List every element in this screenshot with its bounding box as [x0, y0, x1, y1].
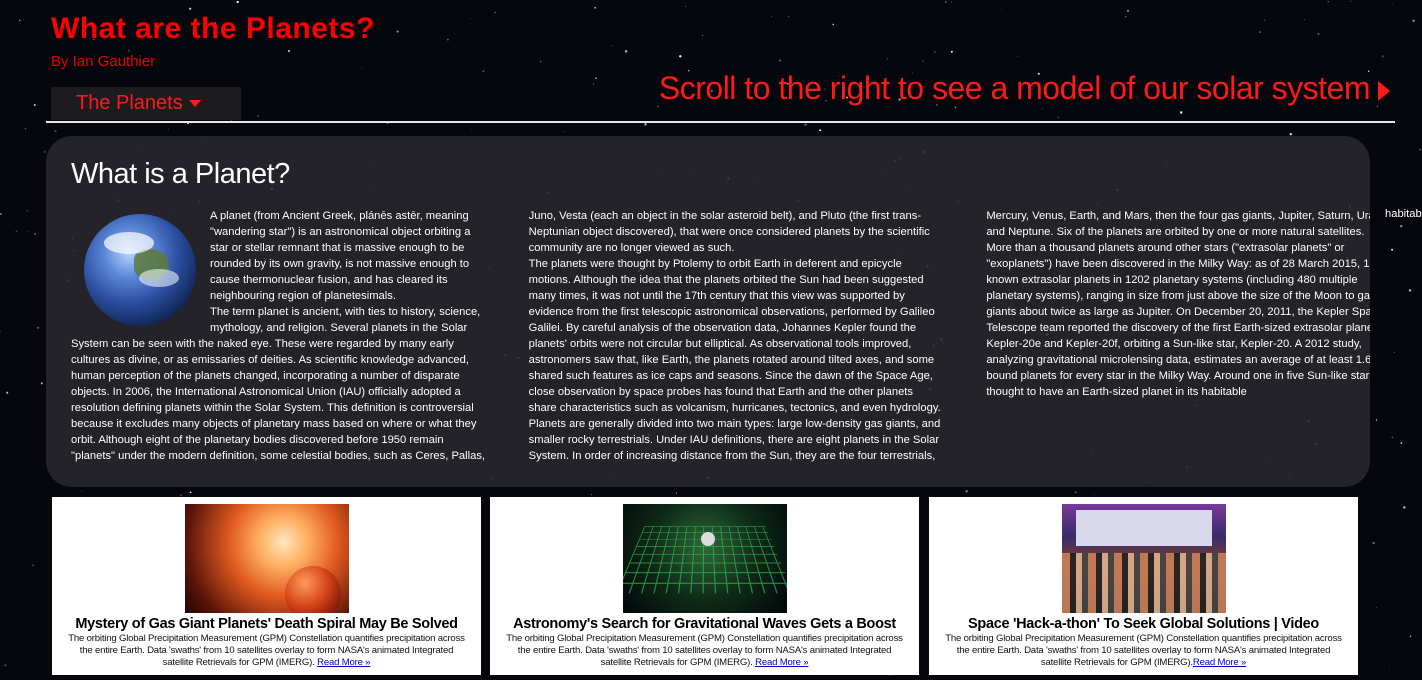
panel-title: What is a Planet?	[71, 158, 290, 190]
card-title[interactable]: Space 'Hack-a-thon' To Seek Global Solut…	[929, 616, 1358, 632]
gas-giant-thumbnail[interactable]	[184, 504, 349, 613]
article-paragraph: The planets were thought by Ptolemy to o…	[528, 258, 941, 414]
news-card: Astronomy's Search for Gravitational Wav…	[490, 497, 919, 675]
planets-dropdown[interactable]: The Planets	[51, 87, 241, 120]
earth-image	[84, 214, 196, 326]
card-body: The orbiting Global Precipitation Measur…	[68, 633, 465, 668]
hackathon-thumbnail[interactable]	[1061, 504, 1226, 613]
card-body: The orbiting Global Precipitation Measur…	[506, 633, 903, 668]
read-more-link[interactable]: Read More »	[755, 657, 808, 668]
read-more-link[interactable]: Read More »	[317, 657, 370, 668]
caret-down-icon	[188, 100, 201, 108]
gravitational-waves-thumbnail[interactable]	[622, 504, 787, 613]
card-title[interactable]: Mystery of Gas Giant Planets' Death Spir…	[52, 616, 481, 632]
byline: By Ian Gauthier	[51, 53, 156, 70]
info-panel: What is a Planet? A planet (from Ancient…	[46, 136, 1370, 487]
news-card: Space 'Hack-a-thon' To Seek Global Solut…	[929, 497, 1358, 675]
card-title[interactable]: Astronomy's Search for Gravitational Wav…	[490, 616, 919, 632]
dropdown-label: The Planets	[76, 92, 183, 114]
overflow-text: habitab	[1385, 208, 1422, 220]
scroll-hint-label: Scroll to the right to see a model of ou…	[658, 70, 1371, 106]
arrow-right-icon	[1378, 80, 1390, 101]
site-title: What are the Planets?	[51, 12, 375, 45]
scroll-hint[interactable]: Scroll to the right to see a model of ou…	[659, 70, 1390, 107]
read-more-link[interactable]: Read More »	[1193, 657, 1246, 668]
news-card: Mystery of Gas Giant Planets' Death Spir…	[52, 497, 481, 675]
article-columns: A planet (from Ancient Greek, plánēs ast…	[71, 208, 1370, 478]
page: What are the Planets? By Ian Gauthier Th…	[0, 0, 1422, 680]
card-body: The orbiting Global Precipitation Measur…	[945, 633, 1342, 668]
article-paragraph: More than a thousand planets around othe…	[986, 242, 1370, 398]
header-divider	[46, 121, 1395, 123]
